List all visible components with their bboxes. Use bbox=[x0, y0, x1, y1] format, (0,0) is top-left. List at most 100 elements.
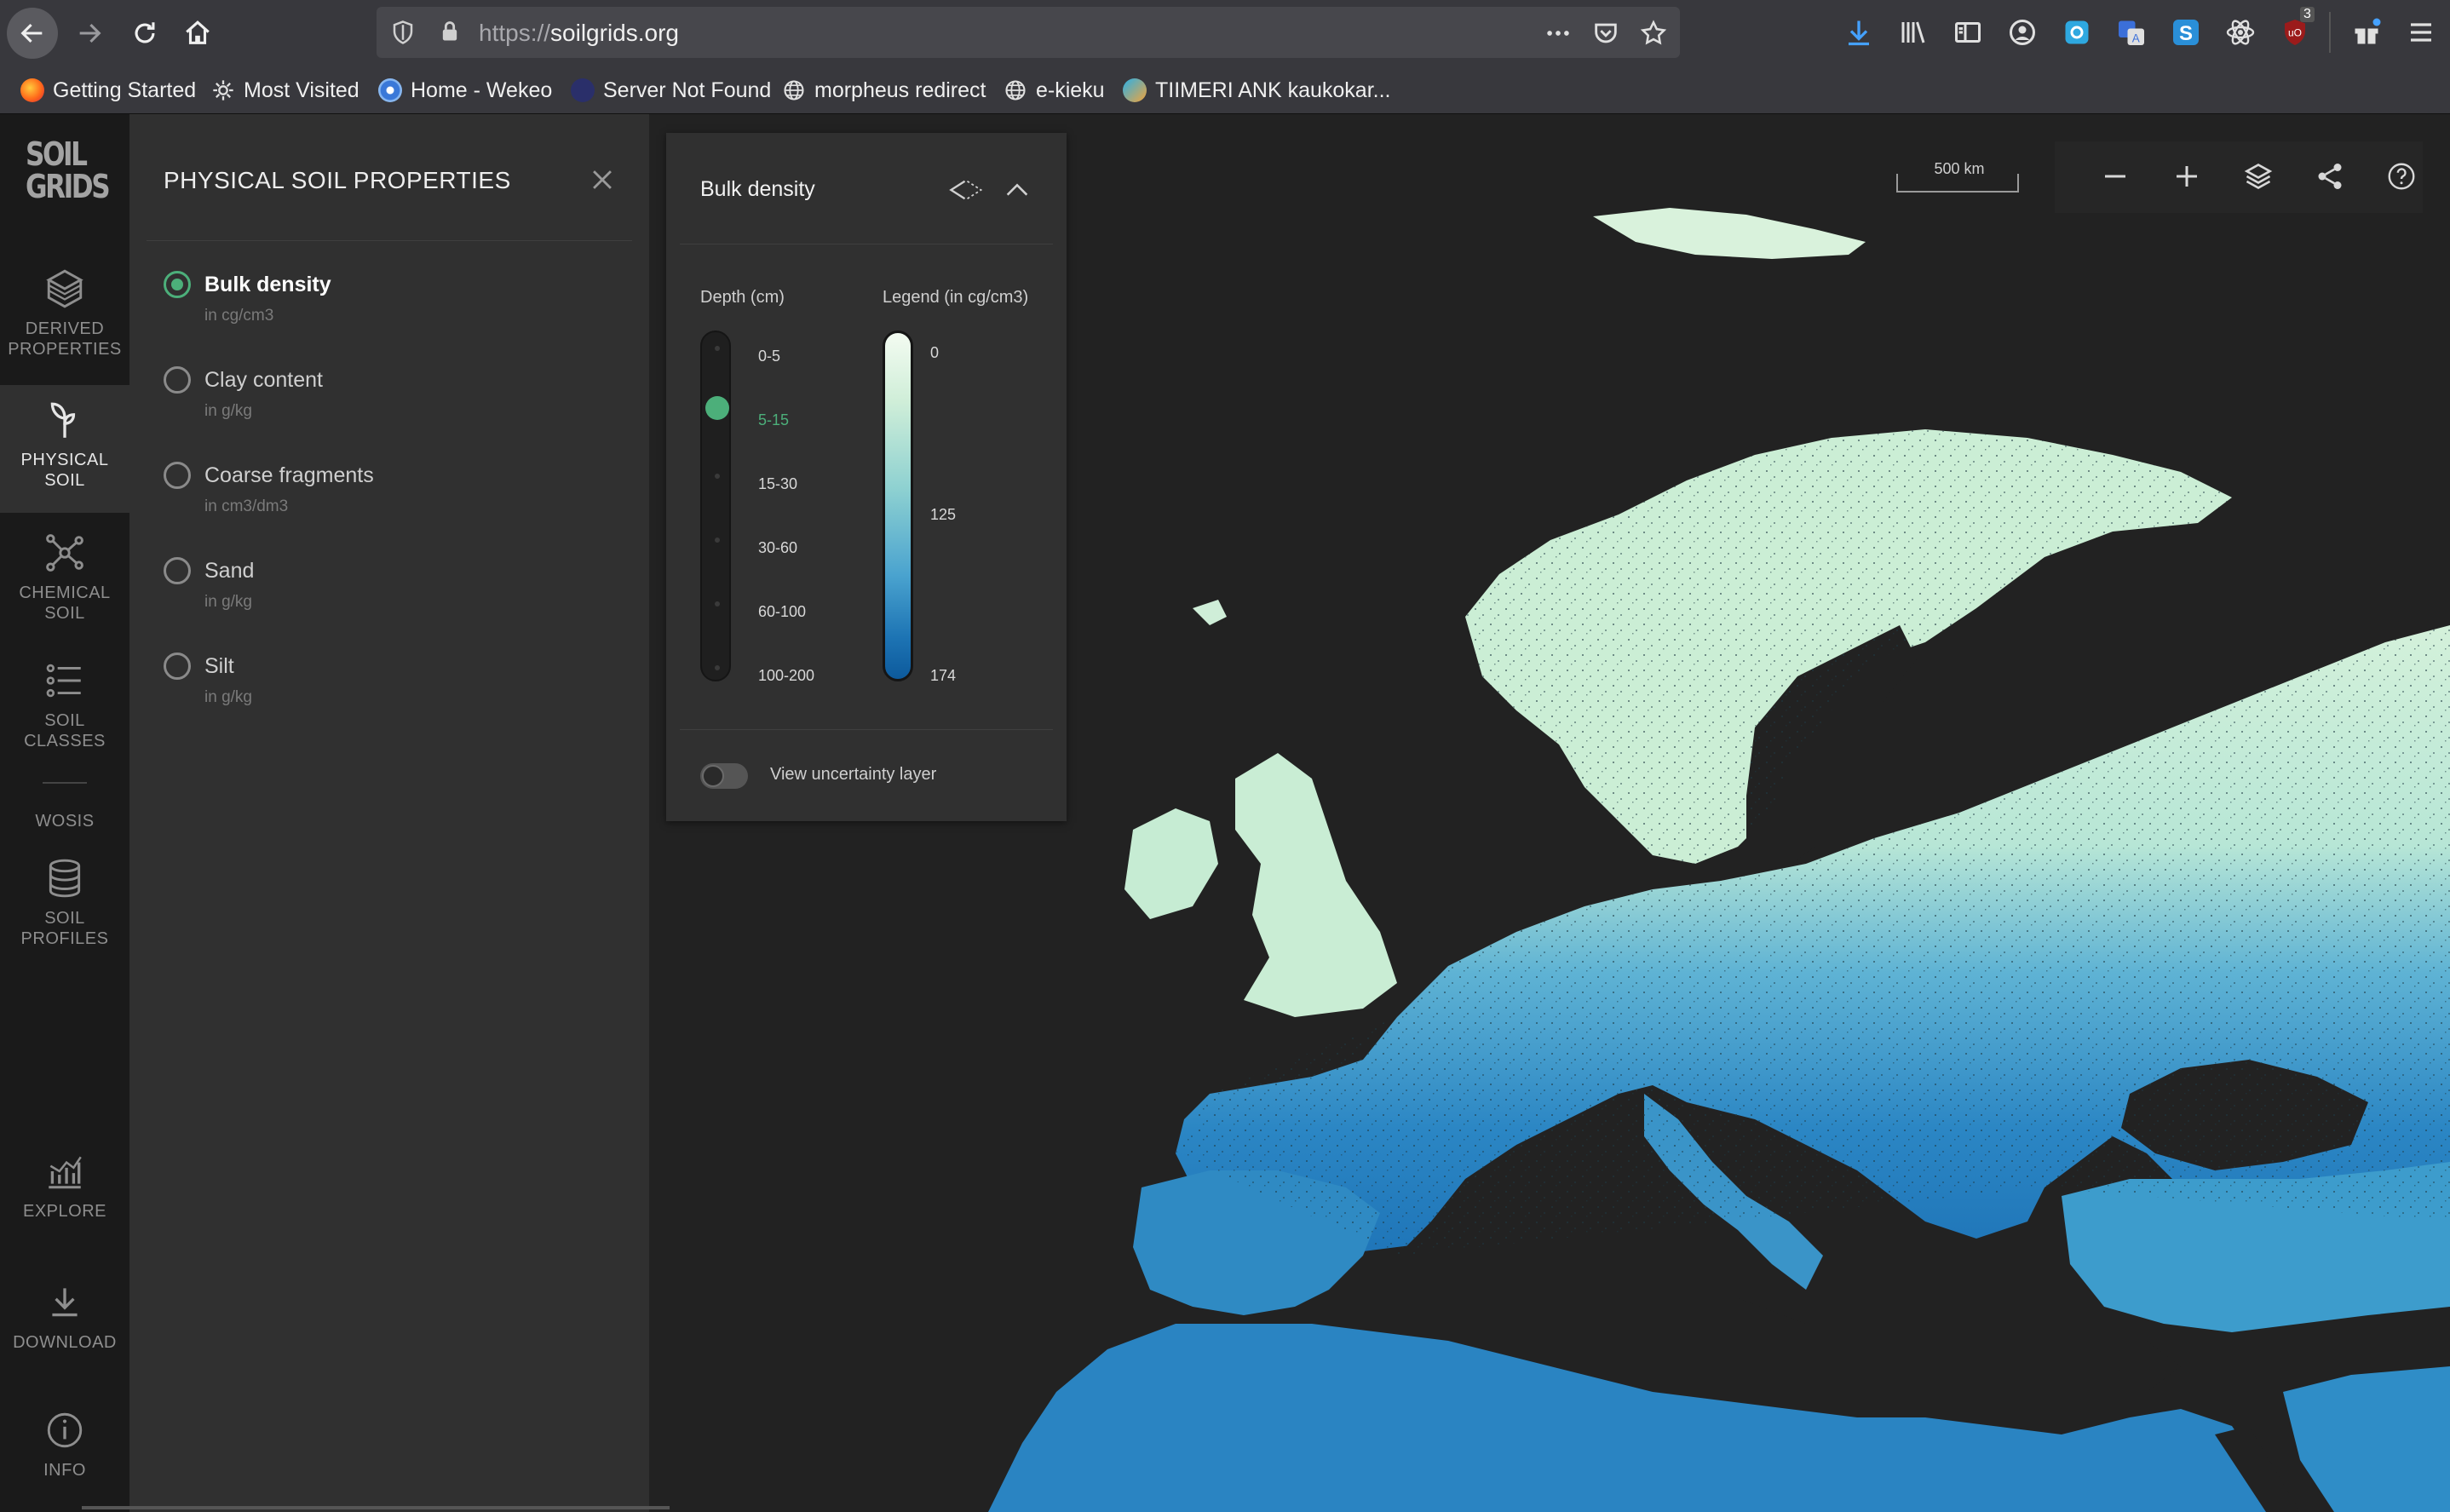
rail-item-chemical-soil[interactable]: CHEMICAL SOIL bbox=[0, 521, 129, 641]
depth-slider-handle[interactable] bbox=[705, 396, 729, 420]
star-icon[interactable] bbox=[1639, 19, 1668, 48]
downloads-button[interactable] bbox=[1842, 15, 1876, 49]
properties-panel: PHYSICAL SOIL PROPERTIES Bulk density in… bbox=[129, 114, 649, 1512]
property-option-clay-content[interactable]: Clay content in g/kg bbox=[164, 366, 589, 443]
bookmark-item[interactable]: Most Visited bbox=[211, 77, 359, 104]
horizontal-scrollbar[interactable] bbox=[82, 1506, 670, 1509]
translate-extension-button[interactable]: A bbox=[2114, 15, 2148, 49]
toggle-knob bbox=[702, 765, 724, 787]
more-icon[interactable] bbox=[1544, 19, 1573, 48]
wekeo-icon bbox=[378, 78, 402, 102]
rail-item-derived-properties[interactable]: DERIVED PROPERTIES bbox=[0, 257, 129, 377]
account-button[interactable] bbox=[2005, 15, 2039, 49]
uncertainty-label: View uncertainty layer bbox=[770, 765, 937, 784]
depth-stop[interactable] bbox=[715, 474, 720, 479]
rail-item-soil-profiles[interactable]: SOIL PROFILES bbox=[0, 854, 129, 973]
globe-icon bbox=[1005, 80, 1026, 101]
property-option-coarse-fragments[interactable]: Coarse fragments in cm3/dm3 bbox=[164, 462, 589, 538]
depth-tick[interactable]: 15-30 bbox=[758, 475, 797, 493]
rail-label: CHEMICAL bbox=[19, 584, 111, 602]
rail-item-info[interactable]: INFO bbox=[0, 1406, 129, 1508]
legend-card: Bulk density Depth (cm) Legend (in cg/cm… bbox=[666, 133, 1067, 821]
depth-slider[interactable] bbox=[700, 331, 731, 681]
globe-icon bbox=[784, 80, 804, 101]
depth-tick[interactable]: 60-100 bbox=[758, 603, 806, 621]
depth-stop[interactable] bbox=[715, 538, 720, 543]
depth-stop[interactable] bbox=[715, 346, 720, 351]
library-icon bbox=[1901, 21, 1925, 43]
lock-icon[interactable] bbox=[438, 19, 462, 44]
bookmark-item[interactable]: Getting Started bbox=[20, 77, 196, 104]
uncertainty-toggle[interactable] bbox=[700, 763, 748, 789]
reload-icon bbox=[135, 22, 155, 43]
scale-label: 500 km bbox=[1934, 160, 1985, 177]
property-unit: in g/kg bbox=[204, 593, 252, 611]
scale-bar: 500 km bbox=[1896, 160, 2019, 193]
layers-button[interactable] bbox=[2240, 158, 2276, 194]
screenshot-extension-button[interactable] bbox=[2060, 15, 2094, 49]
property-option-silt[interactable]: Silt in g/kg bbox=[164, 653, 589, 729]
rail-label: SOIL bbox=[44, 711, 85, 730]
bookmark-item[interactable]: e-kieku bbox=[1004, 77, 1105, 104]
radio-button[interactable] bbox=[164, 557, 191, 584]
react-devtools-button[interactable] bbox=[2223, 15, 2257, 49]
rail-label: DERIVED bbox=[25, 319, 105, 338]
rail-item-soil-classes[interactable]: SOIL CLASSES bbox=[0, 649, 129, 768]
depth-stop[interactable] bbox=[715, 601, 720, 607]
zoom-out-button[interactable] bbox=[2097, 158, 2133, 194]
list-icon bbox=[46, 664, 81, 698]
depth-tick[interactable]: 0-5 bbox=[758, 348, 780, 365]
tracking-shield-icon[interactable] bbox=[390, 20, 416, 45]
rail-item-physical-soil[interactable]: PHYSICAL SOIL bbox=[0, 385, 129, 513]
depth-stop[interactable] bbox=[715, 665, 720, 670]
property-option-sand[interactable]: Sand in g/kg bbox=[164, 557, 589, 634]
library-button[interactable] bbox=[1896, 15, 1930, 49]
rail-label: CLASSES bbox=[24, 732, 106, 750]
property-name: Bulk density bbox=[204, 273, 331, 296]
sidebar-button[interactable] bbox=[1951, 15, 1985, 49]
depth-tick[interactable]: 30-60 bbox=[758, 539, 797, 557]
help-icon bbox=[2388, 163, 2415, 190]
radio-button[interactable] bbox=[164, 653, 191, 680]
close-icon[interactable] bbox=[588, 165, 617, 194]
whats-new-button[interactable] bbox=[2349, 15, 2384, 49]
legend-divider bbox=[680, 729, 1053, 730]
radio-button[interactable] bbox=[164, 462, 191, 489]
property-option-bulk-density[interactable]: Bulk density in cg/cm3 bbox=[164, 271, 589, 348]
chevron-up-icon[interactable] bbox=[1002, 175, 1032, 204]
bookmark-item[interactable]: TIIMERI ANK kaukokar... bbox=[1123, 77, 1390, 104]
bookmark-item[interactable]: Server Not Found bbox=[571, 77, 771, 104]
rail-item-download[interactable]: DOWNLOAD bbox=[0, 1278, 129, 1380]
bookmark-item[interactable]: Home - Wekeo bbox=[378, 77, 552, 104]
radio-button[interactable] bbox=[164, 366, 191, 394]
soilgrids-logo[interactable]: SOIL GRIDS bbox=[26, 138, 111, 203]
app-menu-button[interactable] bbox=[2404, 15, 2438, 49]
rail-label: INFO bbox=[43, 1461, 86, 1480]
help-button[interactable] bbox=[2384, 158, 2419, 194]
depth-tick[interactable]: 100-200 bbox=[758, 667, 814, 685]
url-text[interactable]: https://soilgrids.org bbox=[479, 20, 679, 47]
reload-button[interactable] bbox=[119, 8, 170, 59]
depth-tick-selected[interactable]: 5-15 bbox=[758, 411, 789, 429]
rail-label: SOIL bbox=[44, 909, 85, 928]
zoom-in-button[interactable] bbox=[2169, 158, 2205, 194]
home-button[interactable] bbox=[172, 8, 223, 59]
panel-divider bbox=[147, 240, 632, 241]
rail-divider bbox=[43, 782, 87, 784]
bookmark-label: TIIMERI ANK kaukokar... bbox=[1155, 78, 1391, 102]
pocket-icon[interactable] bbox=[1591, 19, 1620, 48]
flip-panel-icon[interactable] bbox=[947, 175, 985, 204]
radio-button[interactable] bbox=[164, 271, 191, 298]
url-bar[interactable]: https://soilgrids.org bbox=[377, 7, 1680, 58]
rail-item-explore[interactable]: EXPLORE bbox=[0, 1147, 129, 1249]
toolbar-separator bbox=[2329, 12, 2331, 53]
back-button[interactable] bbox=[7, 8, 58, 59]
share-button[interactable] bbox=[2312, 158, 2348, 194]
rail-label: PHYSICAL bbox=[20, 451, 109, 469]
layers-icon bbox=[2244, 163, 2273, 190]
forward-button[interactable] bbox=[64, 8, 115, 59]
s-extension-button[interactable]: S bbox=[2169, 15, 2203, 49]
property-unit: in cm3/dm3 bbox=[204, 497, 289, 515]
ublock-button[interactable]: uO 3 bbox=[2278, 7, 2315, 49]
bookmark-item[interactable]: morpheus redirect bbox=[782, 77, 986, 104]
